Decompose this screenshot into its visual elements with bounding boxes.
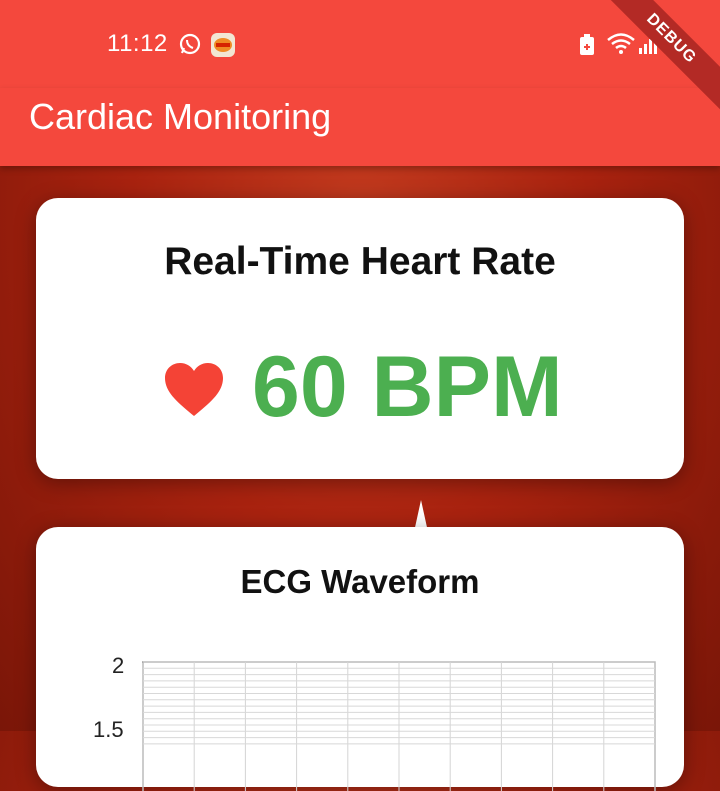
ecg-card: ECG Waveform 2 1.5 (36, 527, 684, 791)
heart-icon (163, 362, 225, 423)
ecg-title: ECG Waveform (240, 563, 480, 600)
heart-rate-card: Real-Time Heart Rate 60 BPM (36, 198, 684, 479)
heart-rate-row: 60 BPM (36, 338, 684, 438)
heart-rate-value: 60 BPM (252, 339, 563, 435)
app-bar-title: Cardiac Monitoring (29, 96, 332, 137)
wifi-icon (606, 32, 636, 61)
y-tick-label: 1.5 (93, 717, 124, 742)
status-bar: 11:12 (0, 0, 720, 88)
battery-saver-icon (578, 34, 596, 61)
ecg-chart (142, 661, 656, 791)
whatsapp-icon (178, 32, 202, 61)
burger-king-icon (210, 32, 236, 63)
heart-rate-title: Real-Time Heart Rate (164, 240, 556, 283)
y-tick-label: 2 (112, 653, 125, 678)
app-bar: Cardiac Monitoring (0, 88, 720, 166)
status-time: 11:12 (107, 30, 168, 57)
